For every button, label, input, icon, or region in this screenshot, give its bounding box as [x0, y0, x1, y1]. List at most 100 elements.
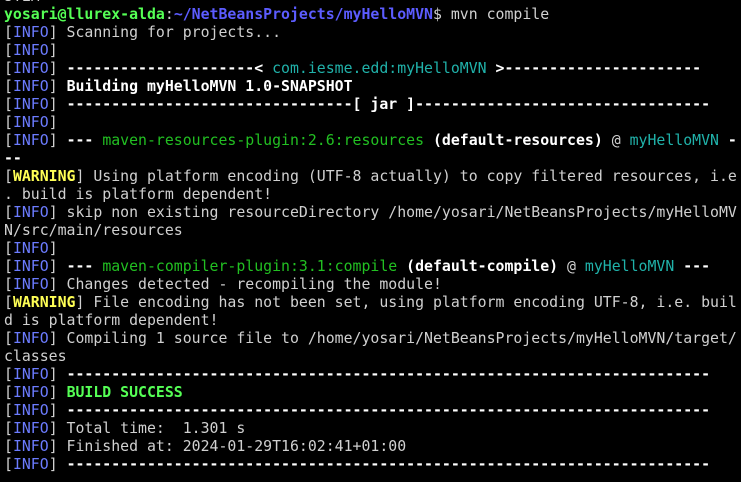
plugin-goal: maven-resources-plugin:2.6:resources	[102, 131, 425, 149]
info-tag: INFO	[12, 77, 49, 95]
terminal-line-12: [INFO] skip non existing resourceDirecto…	[4, 203, 741, 221]
text-segment: ]	[48, 239, 58, 257]
text-segment: ] skip non existing resourceDirectory /h…	[48, 203, 737, 221]
text-segment: classes	[4, 347, 67, 365]
info-tag: INFO	[12, 257, 49, 275]
text-segment: (default-compile)	[397, 257, 559, 275]
text-segment: ]	[48, 95, 67, 113]
terminal-line-19: [INFO] Compiling 1 source file to /home/…	[4, 329, 741, 347]
info-tag: INFO	[12, 23, 49, 41]
terminal-line-13: N/src/main/resources	[4, 221, 741, 239]
terminal-line-4: [INFO] ---------------------< com.iesme.…	[4, 59, 741, 77]
text-segment: ----------------------------------------…	[66, 455, 711, 473]
text-segment: [	[4, 131, 13, 149]
build-status: BUILD SUCCESS	[66, 383, 183, 401]
info-tag: INFO	[12, 455, 49, 473]
text-segment: [	[4, 23, 13, 41]
text-segment: ]	[48, 59, 67, 77]
text-segment: ] Finished at: 2024-01-29T16:02:41+01:00	[48, 437, 407, 455]
info-tag: INFO	[12, 95, 49, 113]
prompt-path: ~/NetBeansProjects/myHelloMVN	[173, 5, 433, 23]
prompt-line: yosari@llurex-alda:~/NetBeansProjects/my…	[4, 5, 741, 23]
terminal-line-9: --	[4, 149, 741, 167]
text-segment: [	[4, 59, 13, 77]
text-segment: ]	[48, 41, 58, 59]
terminal-line-24: [INFO] Total time: 1.301 s	[4, 419, 741, 437]
text-segment: (default-resources)	[424, 131, 603, 149]
text-segment: [	[4, 437, 13, 455]
text-segment: [	[4, 383, 13, 401]
text-segment: >----------------------	[486, 59, 702, 77]
text-segment: [	[4, 275, 13, 293]
text-segment: [	[4, 365, 13, 383]
warning-tag: WARNING	[12, 293, 76, 311]
text-segment: [	[4, 455, 13, 473]
terminal-line-10: [WARNING] Using platform encoding (UTF-8…	[4, 167, 741, 185]
terminal-line-15: [INFO] --- maven-compiler-plugin:3.1:com…	[4, 257, 741, 275]
info-tag: INFO	[12, 401, 49, 419]
text-segment: @	[558, 257, 585, 275]
text-segment: :	[164, 5, 174, 23]
warning-tag: WARNING	[12, 167, 76, 185]
text-segment: . build is platform dependent!	[4, 185, 273, 203]
info-tag: INFO	[12, 383, 49, 401]
text-segment: ] Changes detected - recompiling the mod…	[48, 275, 442, 293]
text-segment: [	[4, 293, 13, 311]
terminal-line-20: classes	[4, 347, 741, 365]
text-segment: --	[4, 149, 22, 167]
text-segment: [	[4, 401, 13, 419]
text-segment: ]	[48, 383, 67, 401]
text-segment: ----------------------------------------…	[66, 365, 711, 383]
text-segment: ]	[48, 113, 58, 131]
text-segment: ] Total time: 1.301 s	[48, 419, 246, 437]
text-segment: $ mvn compile	[432, 5, 550, 23]
terminal-output[interactable]: sTEMyosari@llurex-alda:~/NetBeansProject…	[4, 0, 741, 473]
terminal-line-7: [INFO]	[4, 113, 741, 131]
info-tag: INFO	[12, 41, 49, 59]
text-segment: [	[4, 329, 13, 347]
terminal-line-26: [INFO] ---------------------------------…	[4, 455, 741, 473]
text-segment: ---	[66, 257, 103, 275]
text-segment: [	[4, 41, 13, 59]
info-tag: INFO	[12, 419, 49, 437]
text-segment: ]	[48, 131, 67, 149]
artifact-name: myHelloMVN	[584, 257, 675, 275]
text-segment: [	[4, 419, 13, 437]
text-segment: ] File encoding has not been set, using …	[75, 293, 737, 311]
terminal-line-25: [INFO] Finished at: 2024-01-29T16:02:41+…	[4, 437, 741, 455]
text-segment: [	[4, 113, 13, 131]
info-tag: INFO	[12, 239, 49, 257]
artifact-name: com.iesme.edd:myHelloMVN	[272, 59, 487, 77]
info-tag: INFO	[12, 365, 49, 383]
text-segment: ---------------------<	[66, 59, 273, 77]
text-segment: ]	[48, 257, 67, 275]
info-tag: INFO	[12, 437, 49, 455]
text-segment: ]	[48, 401, 67, 419]
artifact-name: myHelloMVN	[629, 131, 719, 149]
terminal-line-23: [INFO] ---------------------------------…	[4, 401, 741, 419]
text-segment: [	[4, 239, 13, 257]
terminal-line-3: [INFO]	[4, 41, 741, 59]
terminal-line-14: [INFO]	[4, 239, 741, 257]
text-segment: Building myHelloMVN 1.0-SNAPSHOT	[66, 77, 353, 95]
terminal-line-18: d is platform dependent!	[4, 311, 741, 329]
text-segment: d is platform dependent!	[4, 311, 219, 329]
info-tag: INFO	[12, 131, 49, 149]
terminal-line-2: [INFO] Scanning for projects...	[4, 23, 741, 41]
text-segment: ----------------------------------------…	[66, 401, 711, 419]
terminal-line-11: . build is platform dependent!	[4, 185, 741, 203]
text-segment: --------------------------------[ jar ]-…	[66, 95, 711, 113]
text-segment: @	[602, 131, 630, 149]
text-segment: ---	[66, 131, 103, 149]
terminal-line-8: [INFO] --- maven-resources-plugin:2.6:re…	[4, 131, 741, 149]
info-tag: INFO	[12, 329, 49, 347]
text-segment: [	[4, 95, 13, 113]
text-segment: ] Using platform encoding (UTF-8 actuall…	[75, 167, 737, 185]
prompt-user-host: yosari@llurex-alda	[4, 5, 165, 23]
terminal-line-22: [INFO] BUILD SUCCESS	[4, 383, 741, 401]
info-tag: INFO	[12, 113, 49, 131]
text-segment: [	[4, 257, 13, 275]
text-segment: -	[718, 131, 737, 149]
terminal-line-6: [INFO] --------------------------------[…	[4, 95, 741, 113]
plugin-goal: maven-compiler-plugin:3.1:compile	[102, 257, 398, 275]
